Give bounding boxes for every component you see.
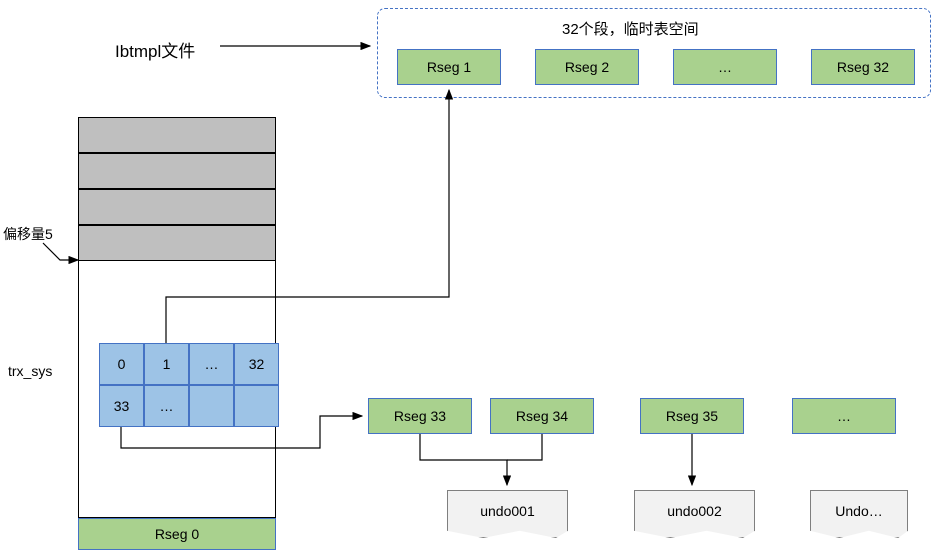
slot-32: 32 <box>234 343 279 385</box>
slot-label: … <box>160 398 174 414</box>
rseg-label: Rseg 1 <box>427 59 471 75</box>
slot-ellipsis-bottom: … <box>144 385 189 427</box>
undo-label: undo002 <box>667 503 722 519</box>
slot-label: 32 <box>249 356 265 372</box>
slot-empty-1 <box>189 385 234 427</box>
rseg-2-box: Rseg 2 <box>535 49 639 85</box>
rseg-32-box: Rseg 32 <box>811 49 915 85</box>
rseg-label: Rseg 2 <box>565 59 609 75</box>
arrow-rseg34-to-undo001 <box>507 434 542 460</box>
rseg-ellipsis-mid: … <box>792 398 896 434</box>
rseg-ellipsis-box: … <box>673 49 777 85</box>
undo-label: Undo… <box>835 503 882 519</box>
rseg-label: Rseg 35 <box>666 408 718 424</box>
rseg-label: Rseg 34 <box>516 408 568 424</box>
gray-header-row <box>78 117 276 153</box>
slot-empty-2 <box>234 385 279 427</box>
slot-0: 0 <box>99 343 144 385</box>
slot-ellipsis-top: … <box>189 343 234 385</box>
slot-label: … <box>205 356 219 372</box>
rseg-1-box: Rseg 1 <box>397 49 501 85</box>
rseg-label: … <box>837 408 851 424</box>
rseg-label: Rseg 32 <box>837 59 889 75</box>
rseg-34-box: Rseg 34 <box>490 398 594 434</box>
undo002-file: undo002 <box>634 490 755 538</box>
gray-row-1 <box>78 153 276 189</box>
ibtmpl-file-label: Ibtmpl文件 <box>115 37 195 62</box>
slot-label: 33 <box>114 398 130 414</box>
offset-5-label: 偏移量5 <box>3 224 53 244</box>
temp-tablespace-title: 32个段，临时表空间 <box>562 18 699 39</box>
rseg-label: … <box>718 59 732 75</box>
rseg-35-box: Rseg 35 <box>640 398 744 434</box>
rseg-0-box: Rseg 0 <box>78 518 276 550</box>
undo-label: undo001 <box>480 503 535 519</box>
rseg-label: Rseg 33 <box>394 408 446 424</box>
slot-label: 1 <box>163 356 171 372</box>
arrow-offset5 <box>43 243 78 260</box>
slot-33: 33 <box>99 385 144 427</box>
undo001-file: undo001 <box>447 490 568 538</box>
gray-row-3 <box>78 225 276 261</box>
slot-1: 1 <box>144 343 189 385</box>
trx-sys-label: trx_sys <box>8 363 52 379</box>
arrow-rseg33-to-undo001 <box>420 434 507 485</box>
rseg-33-box: Rseg 33 <box>368 398 472 434</box>
undo-ellipsis-file: Undo… <box>810 490 908 538</box>
rseg-label: Rseg 0 <box>155 526 199 542</box>
slot-label: 0 <box>118 356 126 372</box>
gray-row-2 <box>78 189 276 225</box>
